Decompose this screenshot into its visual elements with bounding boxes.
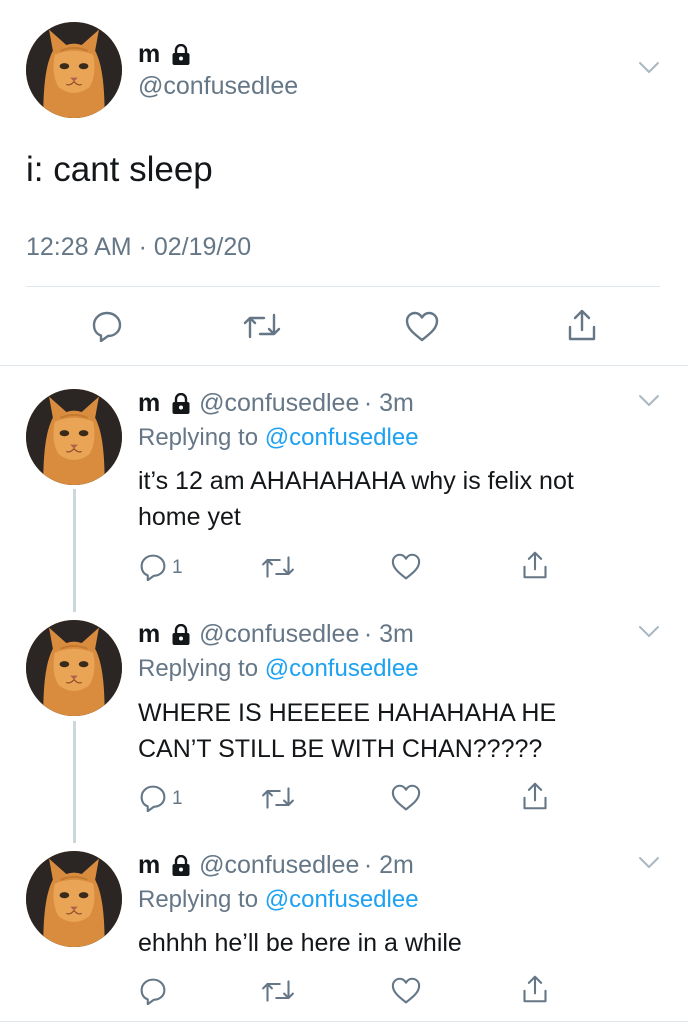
lock-icon xyxy=(171,393,191,415)
reply-icon[interactable] xyxy=(91,310,123,342)
reply-header: m @confusedlee · 3m xyxy=(138,620,414,649)
tweet-text: i: cant sleep xyxy=(26,150,213,189)
chevron-down-icon[interactable] xyxy=(638,625,660,639)
divider xyxy=(26,286,660,287)
reply-header: m @confusedlee · 3m xyxy=(138,389,414,418)
reply-icon[interactable] xyxy=(139,553,167,581)
avatar[interactable] xyxy=(26,851,122,947)
share-icon[interactable] xyxy=(521,550,549,580)
reply-time: · 2m xyxy=(363,851,414,879)
retweet-icon[interactable] xyxy=(260,977,296,1005)
reply-text-line: ehhhh he’ll be here in a while xyxy=(138,929,462,957)
replying-to: Replying to @confusedlee xyxy=(138,655,419,683)
chevron-down-icon[interactable] xyxy=(638,856,660,870)
replying-to-handle[interactable]: @confusedlee xyxy=(265,424,419,451)
like-icon[interactable] xyxy=(391,977,421,1005)
divider xyxy=(0,1021,688,1022)
reply-time: · 3m xyxy=(363,620,414,648)
author-handle[interactable]: @confusedlee xyxy=(199,851,359,879)
share-icon[interactable] xyxy=(521,974,549,1004)
reply-text-line: CAN’T STILL BE WITH CHAN????? xyxy=(138,735,543,763)
reply-icon[interactable] xyxy=(139,977,167,1005)
like-icon[interactable] xyxy=(391,784,421,812)
avatar[interactable] xyxy=(26,620,122,716)
reply-time: · 3m xyxy=(363,389,414,417)
like-icon[interactable] xyxy=(391,553,421,581)
lock-icon xyxy=(171,624,191,646)
replying-to: Replying to @confusedlee xyxy=(138,886,419,914)
share-icon[interactable] xyxy=(521,781,549,811)
reply-count: 1 xyxy=(172,788,183,809)
author-name[interactable]: m xyxy=(138,620,160,648)
lock-icon xyxy=(171,855,191,877)
reply-text: ehhhh he’ll be here in a while xyxy=(138,925,462,961)
reply-text-line: WHERE IS HEEEEE HAHAHAHA HE xyxy=(138,699,557,727)
reply-icon[interactable] xyxy=(139,784,167,812)
reply-count: 1 xyxy=(172,557,183,578)
thread-line xyxy=(73,489,76,612)
author-name-row: m xyxy=(138,40,191,69)
avatar[interactable] xyxy=(26,22,122,118)
author-name[interactable]: m xyxy=(138,40,160,68)
reply-text: WHERE IS HEEEEE HAHAHAHA HE CAN’T STILL … xyxy=(138,695,556,767)
avatar[interactable] xyxy=(26,389,122,485)
divider xyxy=(0,365,688,366)
reply-text-line: home yet xyxy=(138,503,241,531)
author-name[interactable]: m xyxy=(138,851,160,879)
thread-line xyxy=(73,721,76,843)
author-handle[interactable]: @confusedlee xyxy=(138,72,298,101)
retweet-icon[interactable] xyxy=(260,553,296,581)
like-icon[interactable] xyxy=(405,311,439,343)
reply-header: m @confusedlee · 2m xyxy=(138,851,414,880)
replying-to-handle[interactable]: @confusedlee xyxy=(265,886,419,913)
tweet-timestamp[interactable]: 12:28 AM · 02/19/20 xyxy=(26,233,251,262)
retweet-icon[interactable] xyxy=(260,784,296,812)
replying-prefix: Replying to xyxy=(138,424,259,451)
author-handle[interactable]: @confusedlee xyxy=(199,620,359,648)
replying-to-handle[interactable]: @confusedlee xyxy=(265,655,419,682)
replying-prefix: Replying to xyxy=(138,655,259,682)
retweet-icon[interactable] xyxy=(242,310,282,342)
author-name[interactable]: m xyxy=(138,389,160,417)
reply-text: it’s 12 am AHAHAHAHA why is felix not ho… xyxy=(138,463,574,535)
chevron-down-icon[interactable] xyxy=(638,61,660,75)
chevron-down-icon[interactable] xyxy=(638,394,660,408)
share-icon[interactable] xyxy=(566,308,598,342)
lock-icon xyxy=(171,44,191,66)
author-handle[interactable]: @confusedlee xyxy=(199,389,359,417)
replying-to: Replying to @confusedlee xyxy=(138,424,419,452)
replying-prefix: Replying to xyxy=(138,886,259,913)
reply-text-line: it’s 12 am AHAHAHAHA why is felix not xyxy=(138,467,574,495)
